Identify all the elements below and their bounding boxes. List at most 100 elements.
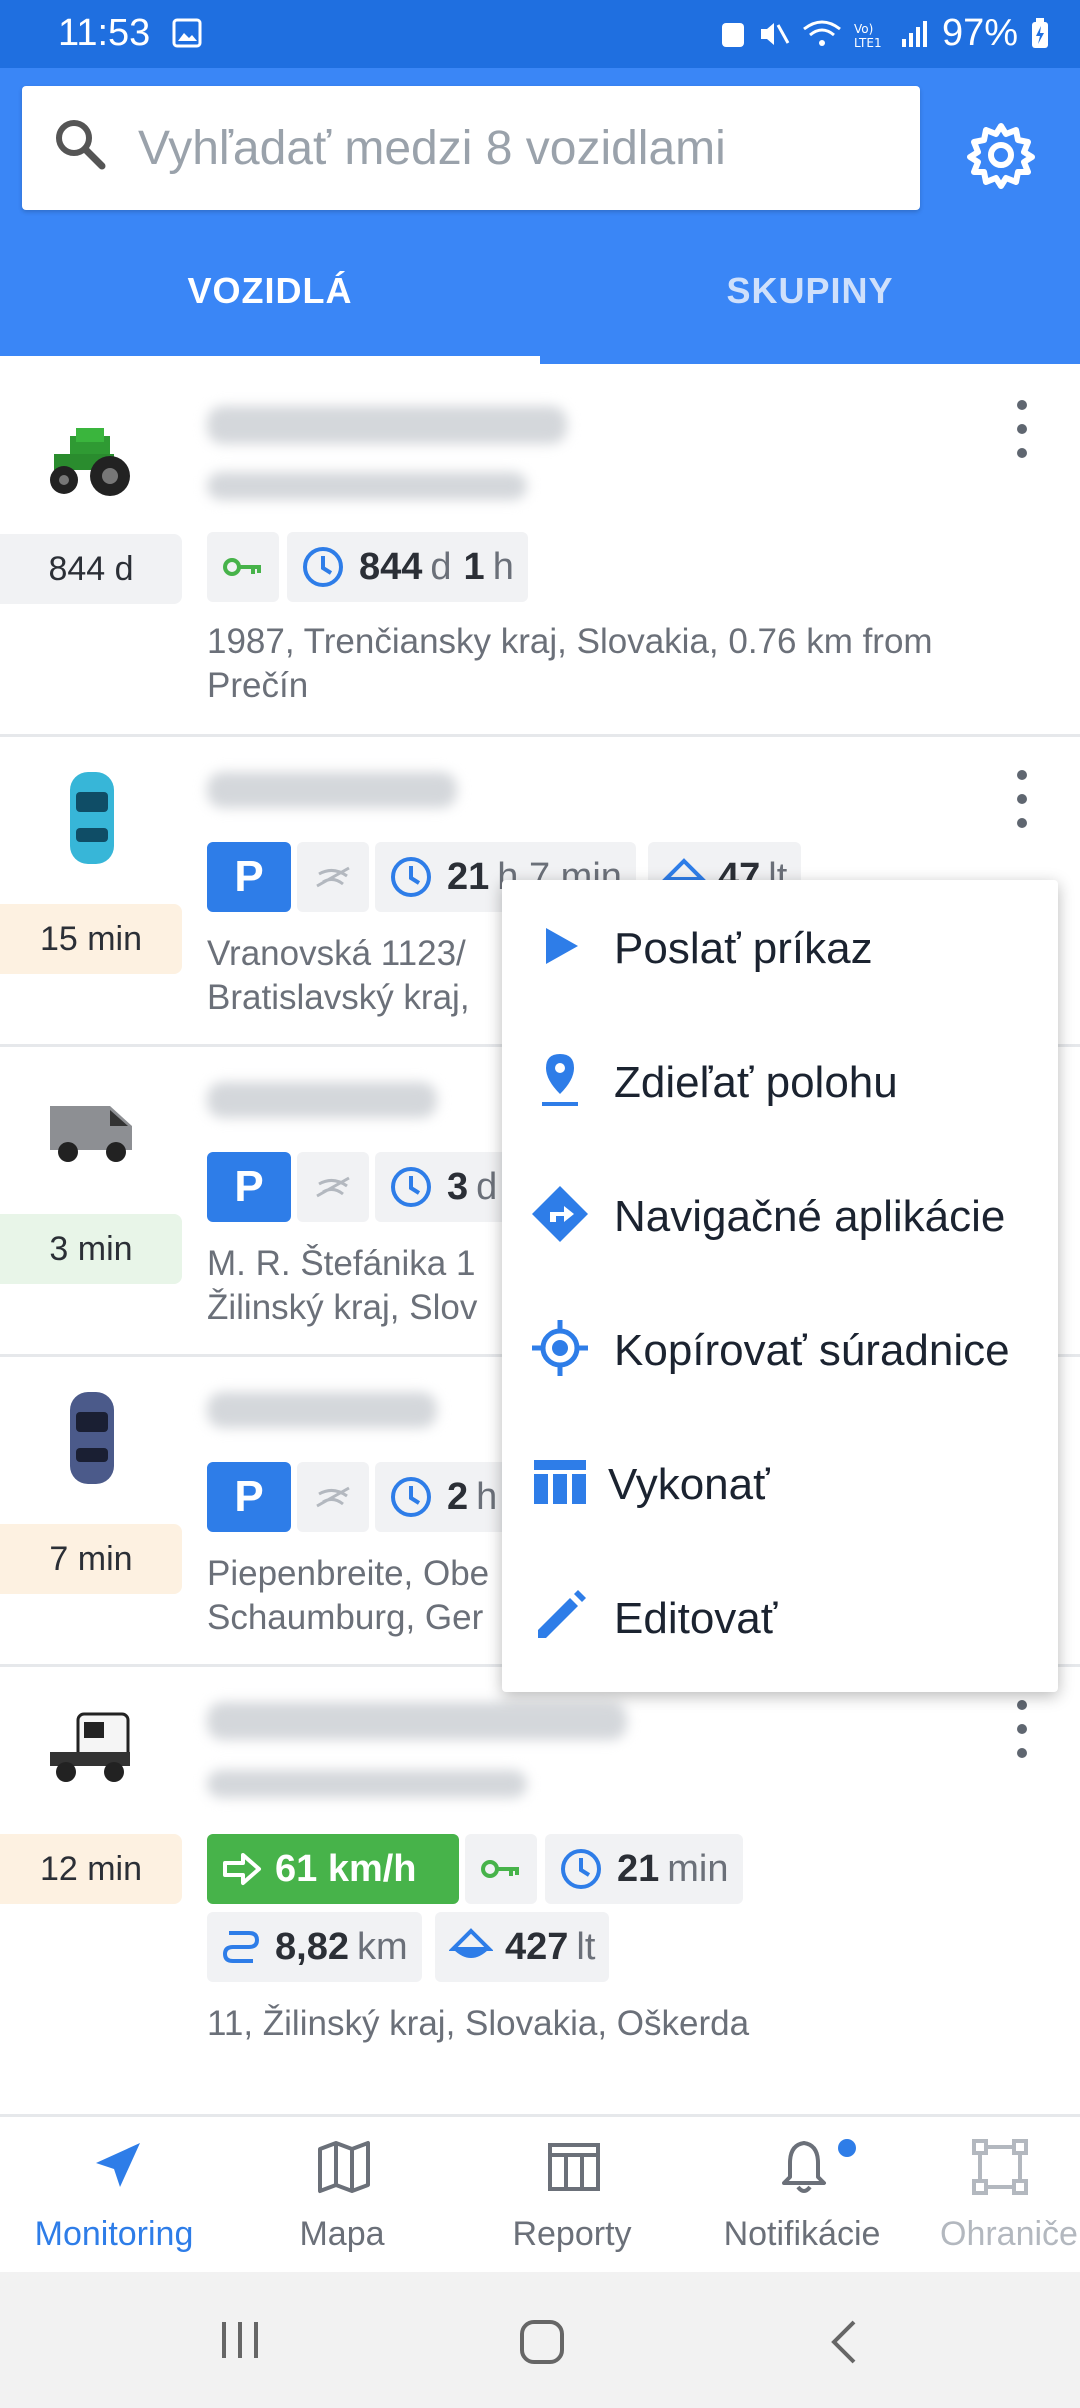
duration-unit: min (667, 1847, 729, 1890)
nav-geofences[interactable]: Ohraničenia (920, 2117, 1080, 2275)
blurred-vehicle-name (207, 772, 457, 808)
notification-dot (838, 2139, 856, 2157)
menu-item-edit[interactable]: Editovať (502, 1550, 1058, 1684)
clock-icon (303, 547, 343, 587)
menu-item-label: Vykonať (608, 1460, 770, 1509)
system-navigation-bar (0, 2272, 1080, 2408)
duration-unit: d (430, 545, 452, 588)
reports-icon (548, 2143, 600, 2191)
battery-percent: 97% (941, 12, 1018, 54)
time-badge: 844 d (0, 534, 182, 604)
status-bar: 11:53 Vo) LTE1 97% (0, 0, 1080, 68)
duration-value: 21 (447, 855, 490, 898)
map-icon (318, 2141, 370, 2193)
more-options-icon[interactable] (1010, 400, 1034, 472)
directions-icon (532, 1186, 588, 1242)
key-icon (481, 1860, 519, 1878)
blurred-vehicle-subtitle (207, 1770, 527, 1798)
satellite-off-icon (316, 1486, 350, 1508)
clock-icon (391, 1477, 431, 1517)
vehicle-row[interactable]: 12 min 61 km/h 21 min 8,82 km 427 lt 11, Ži… (0, 1666, 1080, 2106)
blurred-vehicle-name (207, 1392, 437, 1428)
time-badge: 3 min (0, 1214, 182, 1284)
tab-indicator (0, 356, 540, 364)
duration-chip: 2h (375, 1462, 512, 1532)
duration-value: 21 (617, 1847, 660, 1890)
recent-apps-icon[interactable] (216, 2318, 264, 2362)
search-icon (56, 120, 106, 170)
blurred-vehicle-name (207, 1702, 627, 1740)
parked-chip: P (207, 1462, 291, 1532)
distance-value: 8,82 (275, 1925, 349, 1968)
image-notification-icon (172, 18, 202, 48)
clock-icon (561, 1849, 601, 1889)
duration-unit: h (476, 1475, 498, 1518)
nav-monitoring[interactable]: Monitoring (6, 2117, 222, 2275)
time-badge: 12 min (0, 1834, 182, 1904)
blurred-vehicle-name (207, 1082, 437, 1118)
signal-icon (901, 20, 927, 47)
clock-icon (391, 857, 431, 897)
van-icon (50, 1106, 132, 1162)
duration-unit: d (476, 1165, 498, 1208)
menu-item-execute[interactable]: Vykonať (502, 1416, 1058, 1550)
truck-icon (50, 1712, 130, 1782)
vehicle-row[interactable]: 844 d 844 d 1h 1987, Trenčiansky kraj, Sl… (0, 364, 1080, 737)
fuel-chip: 427 lt (435, 1912, 610, 1982)
menu-item-label: Editovať (614, 1594, 778, 1643)
fuel-tank-icon (449, 1928, 493, 1958)
mute-icon (760, 22, 790, 45)
back-icon[interactable] (826, 2318, 862, 2366)
duration-chip: 21 min (545, 1834, 743, 1904)
satellite-off-icon (316, 1176, 350, 1198)
gps-off-chip (297, 1462, 369, 1532)
vehicle-address: 1987, Trenčiansky kraj, Slovakia, 0.76 k… (207, 622, 933, 705)
fuel-unit: lt (576, 1925, 596, 1968)
menu-item-label: Navigačné aplikácie (614, 1192, 1006, 1241)
search-bar[interactable] (22, 86, 920, 210)
nav-notifications[interactable]: Notifikácie (694, 2117, 910, 2275)
clock-icon (391, 1167, 431, 1207)
search-input[interactable] (136, 112, 900, 184)
gps-off-chip (297, 842, 369, 912)
time-badge: 15 min (0, 904, 182, 974)
more-options-icon[interactable] (1010, 770, 1034, 842)
distance-chip: 8,82 km (207, 1912, 422, 1982)
menu-item-navigation-apps[interactable]: Navigačné aplikácie (502, 1148, 1058, 1282)
distance-unit: km (356, 1925, 408, 1968)
lte-icon: Vo)LTE1 (854, 22, 882, 49)
nav-map[interactable]: Mapa (234, 2117, 450, 2275)
blurred-vehicle-name (207, 406, 567, 444)
tab-vehicles-label: VOZIDLÁ (187, 270, 353, 311)
menu-item-share-location[interactable]: Zdieľať polohu (502, 1014, 1058, 1148)
svg-text:LTE1: LTE1 (854, 36, 882, 49)
satellite-off-icon (316, 866, 350, 888)
menu-item-send-command[interactable]: Poslať príkaz (502, 880, 1058, 1014)
more-options-icon[interactable] (1010, 1700, 1034, 1772)
ignition-key-chip (465, 1834, 537, 1904)
recycle-icon (721, 22, 744, 47)
home-icon[interactable] (518, 2318, 566, 2366)
moving-arrow-icon (223, 1853, 261, 1885)
battery-charging-icon (1032, 17, 1048, 48)
app-header: VOZIDLÁ SKUPINY (0, 68, 1080, 364)
duration-unit-2: h (492, 545, 514, 588)
duration-chip: 844 d 1h (287, 532, 528, 602)
tab-groups[interactable]: SKUPINY (540, 270, 1080, 364)
tab-vehicles[interactable]: VOZIDLÁ (0, 270, 540, 364)
gps-off-chip (297, 1152, 369, 1222)
nav-label: Ohraničenia (940, 2215, 1080, 2253)
columns-icon (534, 1460, 586, 1504)
vehicle-context-menu: Poslať príkaz Zdieľať polohu Navigačné a… (502, 880, 1058, 1692)
nav-reports[interactable]: Reporty (464, 2117, 680, 2275)
nav-label: Mapa (299, 2215, 385, 2253)
navigation-arrow-icon (96, 2143, 140, 2187)
tractor-icon (50, 428, 130, 496)
menu-item-copy-coordinates[interactable]: Kopírovať súradnice (502, 1282, 1058, 1416)
geofence-icon (972, 2139, 1028, 2195)
settings-gear-icon[interactable] (966, 120, 1036, 190)
blurred-vehicle-subtitle (207, 472, 527, 500)
duration-value-2: 1 (463, 545, 485, 588)
wifi-icon (803, 20, 841, 46)
menu-item-label: Zdieľať polohu (614, 1058, 898, 1107)
